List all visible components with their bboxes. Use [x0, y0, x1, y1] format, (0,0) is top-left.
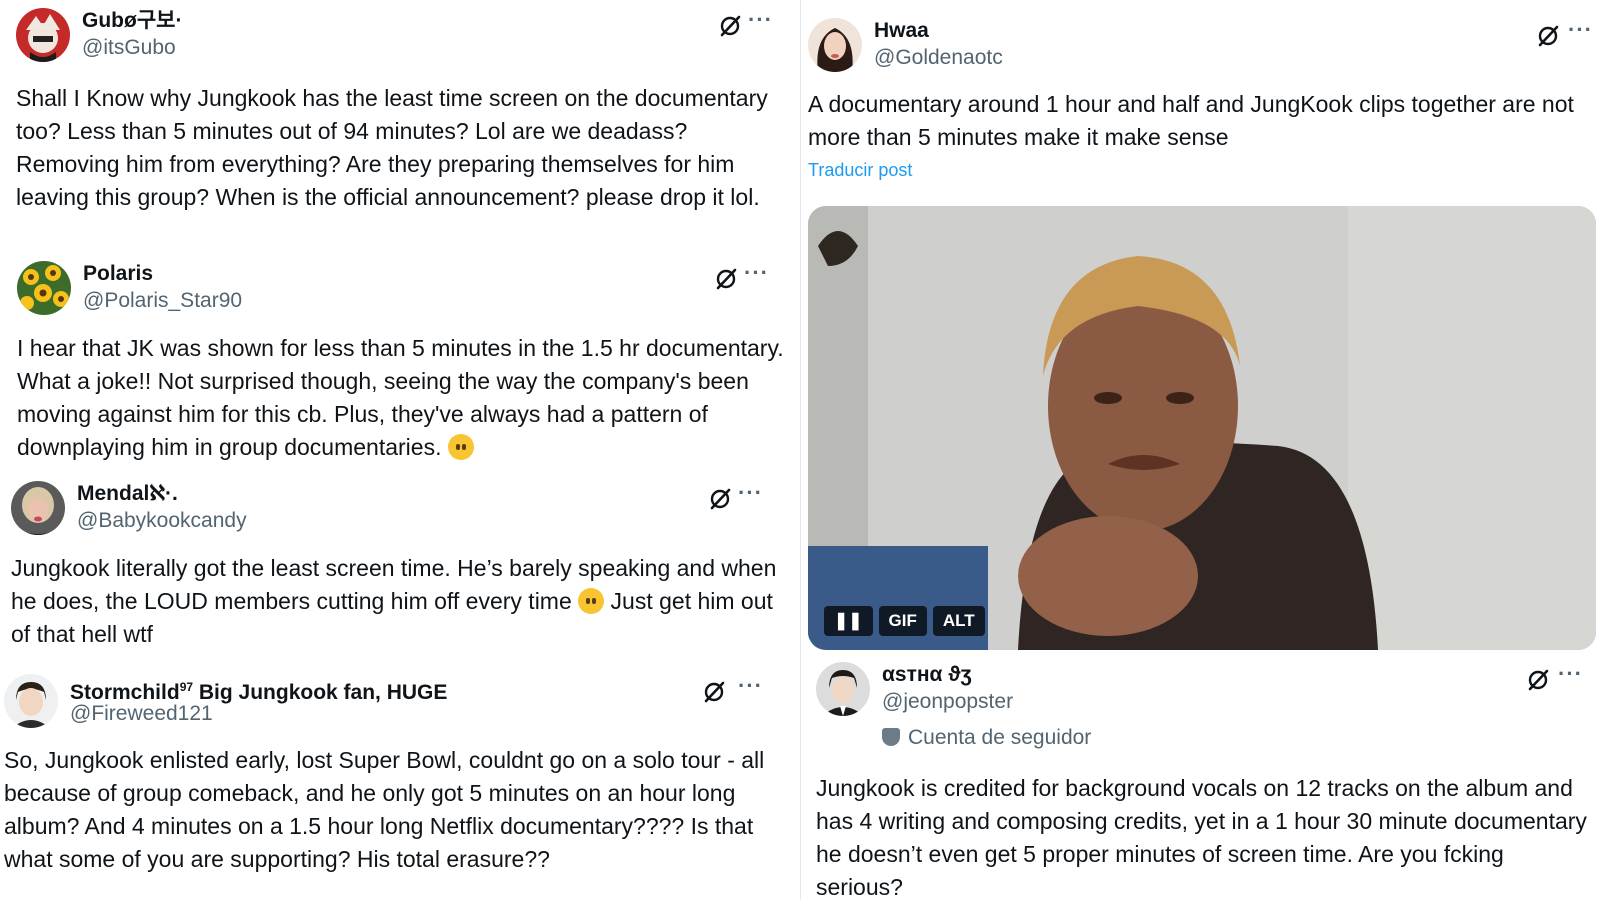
tweet-text-body: I hear that JK was shown for less than 5… — [17, 335, 784, 460]
tweet-header: Stormchild97 Big Jungkook fan, HUGE @Fir… — [4, 674, 788, 730]
translate-post-link[interactable]: Traducir post — [808, 160, 1588, 181]
user-handle[interactable]: @jeonpopster — [882, 689, 1013, 715]
more-dots-icon[interactable]: ··· — [1558, 662, 1583, 686]
tweet-header: Polaris @Polaris_Star90 ··· — [17, 261, 791, 317]
tweet-astha: αѕтнα ϑʒ @jeonpopster Cuenta de seguidor… — [816, 662, 1588, 904]
tweet-hwaa: Hwaa @Goldenaotc ··· A documentary aroun… — [808, 18, 1592, 181]
tweet-header: Gubø구보· @itsGubo ··· — [16, 8, 790, 64]
more-dots-icon[interactable]: ··· — [744, 261, 769, 285]
follower-account-label: Cuenta de seguidor — [908, 726, 1092, 749]
tweet-header: αѕтнα ϑʒ @jeonpopster Cuenta de seguidor… — [816, 662, 1588, 754]
tweet-header: Mendalℵ·. @Babykookcandy ··· — [11, 481, 791, 537]
more-dots-icon[interactable]: ··· — [1568, 18, 1593, 42]
speechless-emoji-icon — [578, 588, 605, 614]
display-name[interactable]: Mendalℵ·. — [77, 481, 178, 507]
avatar[interactable] — [816, 662, 870, 716]
display-name-rest: Big Jungkook fan, HUGE — [193, 681, 448, 704]
gif-frame — [808, 206, 1596, 650]
grok-slash-icon[interactable] — [1526, 668, 1550, 692]
grok-slash-icon[interactable] — [1536, 24, 1560, 48]
grok-slash-icon[interactable] — [702, 680, 726, 704]
display-name[interactable]: αѕтнα ϑʒ — [882, 662, 972, 688]
eye-roll-emoji-icon — [447, 434, 474, 460]
user-handle[interactable]: @Polaris_Star90 — [83, 288, 242, 314]
column-divider — [800, 0, 801, 900]
grok-slash-icon[interactable] — [708, 487, 732, 511]
more-dots-icon[interactable]: ··· — [738, 481, 763, 505]
display-name[interactable]: Polaris — [83, 261, 153, 287]
tweet-text: Shall I Know why Jungkook has the least … — [16, 85, 768, 210]
tweet-text: A documentary around 1 hour and half and… — [808, 91, 1574, 150]
tweet-mendal: Mendalℵ·. @Babykookcandy ··· Jungkook li… — [11, 481, 791, 651]
user-handle[interactable]: @Fireweed121 — [70, 701, 213, 727]
alt-text-badge[interactable]: ALT — [932, 606, 985, 636]
grok-slash-icon[interactable] — [718, 14, 742, 38]
more-dots-icon[interactable]: ··· — [748, 8, 773, 32]
display-name[interactable]: Gubø구보· — [82, 8, 182, 34]
avatar[interactable] — [16, 8, 70, 62]
avatar[interactable] — [11, 481, 65, 535]
tweet-text: Jungkook is credited for background voca… — [816, 775, 1587, 900]
more-dots-icon[interactable]: ··· — [738, 674, 763, 698]
tweet-text: So, Jungkook enlisted early, lost Super … — [4, 747, 765, 872]
tweet-polaris: Polaris @Polaris_Star90 ··· I hear that … — [17, 261, 791, 464]
tweet-text: Jungkook literally got the least screen … — [11, 552, 791, 651]
display-name-superscript: 97 — [179, 680, 194, 694]
tweet-text: I hear that JK was shown for less than 5… — [17, 332, 791, 464]
tweet-gubo: Gubø구보· @itsGubo ··· Shall I Know why Ju… — [16, 8, 790, 214]
tweet-header: Hwaa @Goldenaotc ··· — [808, 18, 1592, 74]
user-handle[interactable]: @Goldenaotc — [874, 45, 1003, 71]
mask-icon — [882, 728, 900, 746]
display-name[interactable]: Hwaa — [874, 18, 929, 44]
media-controls: ❚❚ GIF ALT — [824, 606, 985, 636]
user-handle[interactable]: @Babykookcandy — [77, 508, 247, 534]
tweet-stormchild: Stormchild97 Big Jungkook fan, HUGE @Fir… — [4, 674, 788, 876]
pause-icon[interactable]: ❚❚ — [824, 606, 873, 636]
user-handle[interactable]: @itsGubo — [82, 35, 176, 61]
avatar[interactable] — [17, 261, 71, 315]
gif-badge[interactable]: GIF — [878, 606, 927, 636]
gif-media[interactable]: ❚❚ GIF ALT — [808, 206, 1596, 650]
avatar[interactable] — [808, 18, 862, 72]
grok-slash-icon[interactable] — [714, 267, 738, 291]
follower-account-badge: Cuenta de seguidor — [882, 726, 1091, 750]
avatar[interactable] — [4, 674, 58, 728]
